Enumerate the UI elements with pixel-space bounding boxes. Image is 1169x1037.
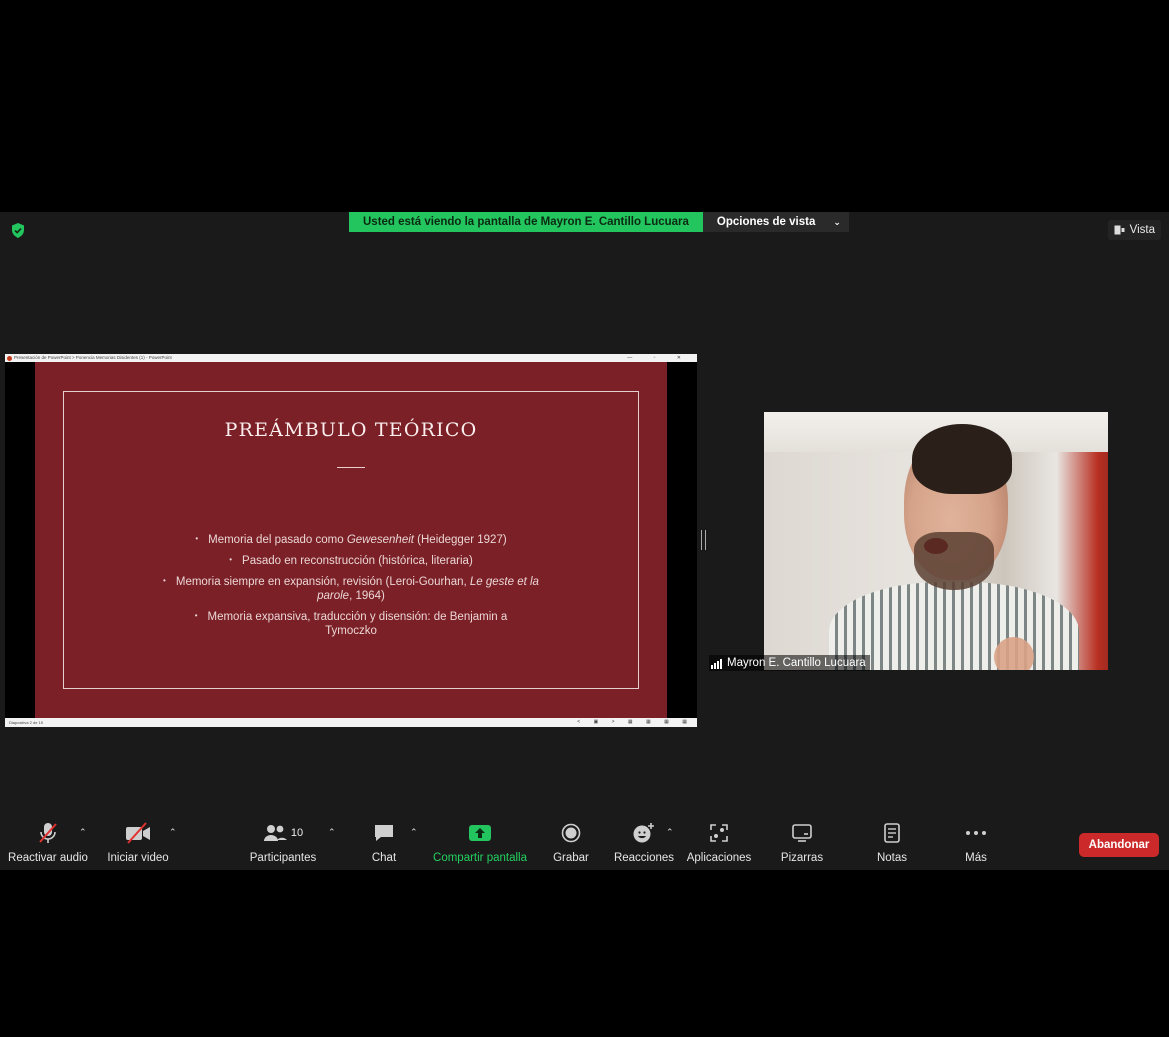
slide-frame: PREÁMBULO TEÓRICO • Memoria del pasado co… xyxy=(63,391,639,689)
whiteboard-icon xyxy=(792,824,812,842)
participants-icon xyxy=(263,825,287,841)
participants-count: 10 xyxy=(290,827,304,839)
bullet-emphasis: Gewesenheit xyxy=(346,534,414,546)
chat-button[interactable]: Chat xyxy=(365,817,403,870)
video-person-hair xyxy=(912,424,1012,494)
more-button[interactable]: Más xyxy=(956,817,996,870)
participant-video[interactable] xyxy=(764,412,1108,670)
slide-title: PREÁMBULO TEÓRICO xyxy=(224,419,478,441)
slide-bullet: • Memoria expansiva, traducción y disensi… xyxy=(181,609,521,638)
connection-signal-icon xyxy=(711,658,722,669)
unmute-audio-button[interactable]: Reactivar audio xyxy=(8,817,88,870)
share-screen-icon-wrap xyxy=(468,817,492,849)
apps-icon-wrap xyxy=(709,817,729,849)
more-dots-icon xyxy=(966,831,986,835)
powerpoint-window-title: Presentación de PowerPoint > Ponencia Me… xyxy=(14,355,172,360)
bullet-text: Pasado en reconstrucción (histórica, lit… xyxy=(242,555,473,567)
participants-button[interactable]: 10 Participantes xyxy=(248,817,318,870)
split-view-resize-handle[interactable] xyxy=(701,530,706,550)
chat-icon xyxy=(375,825,393,841)
share-screen-button[interactable]: Compartir pantalla xyxy=(430,817,530,870)
slide-bullet: • Memoria siempre en expansión, revisión … xyxy=(161,574,541,603)
bullet-text-tail: (Heidegger 1927) xyxy=(413,534,507,546)
record-icon-wrap xyxy=(561,817,581,849)
participants-label: Participantes xyxy=(249,852,317,864)
chat-icon-wrap xyxy=(373,817,395,849)
muted-microphone-icon xyxy=(36,817,60,849)
audio-options-chevron-icon[interactable]: ⌃ xyxy=(79,827,87,838)
unmute-audio-label: Reactivar audio xyxy=(8,852,88,864)
apps-label: Aplicaciones xyxy=(686,852,752,864)
reactions-label: Reacciones xyxy=(613,852,675,864)
share-screen-label: Compartir pantalla xyxy=(433,852,527,864)
reactions-icon-wrap xyxy=(632,817,656,849)
participant-name-tag: Mayron E. Cantillo Lucuara xyxy=(709,655,870,671)
zoom-meeting-window: Usted está viendo la pantalla de Mayron … xyxy=(0,212,1169,870)
notes-icon xyxy=(884,823,900,843)
meeting-toolbar: Reactivar audio ⌃ Iniciar video ⌃ 10 Par… xyxy=(0,817,1169,870)
chat-options-chevron-icon[interactable]: ⌃ xyxy=(410,827,418,838)
powerpoint-title-bar: Presentación de PowerPoint > Ponencia Me… xyxy=(5,354,697,362)
slide-counter: Diapositiva 2 de 15 xyxy=(9,720,44,725)
powerpoint-status-bar: Diapositiva 2 de 15 < ▣ > ▦ ▦ ▦ ▦ xyxy=(5,718,697,727)
slide-bullet: • Pasado en reconstrucción (histórica, li… xyxy=(171,553,531,568)
screen-share-banner: Usted está viendo la pantalla de Mayron … xyxy=(349,212,849,232)
whiteboard-icon-wrap xyxy=(791,817,813,849)
notes-icon-wrap xyxy=(883,817,901,849)
bullet-dot-icon: • xyxy=(163,576,166,585)
window-controls: — ▫ ✕ xyxy=(627,355,691,361)
powerpoint-logo-icon xyxy=(7,356,12,361)
chat-label: Chat xyxy=(371,852,397,864)
slide: PREÁMBULO TEÓRICO • Memoria del pasado co… xyxy=(35,362,667,718)
notes-button[interactable]: Notas xyxy=(871,817,913,870)
participants-options-chevron-icon[interactable]: ⌃ xyxy=(328,827,336,838)
security-shield-icon[interactable] xyxy=(11,223,25,238)
more-icon-wrap xyxy=(965,817,987,849)
bullet-text-tail: , 1964) xyxy=(349,590,385,602)
slide-bullet-list: • Memoria del pasado como Gewesenheit (He… xyxy=(64,532,638,644)
video-off-icon xyxy=(125,817,151,849)
sharing-status-text: Usted está viendo la pantalla de Mayron … xyxy=(349,212,703,232)
bullet-text: Memoria expansiva, traducción y disensió… xyxy=(207,611,508,637)
view-options-label: Opciones de vista xyxy=(716,216,816,228)
participants-icon-wrap: 10 xyxy=(263,817,303,849)
slide-bullet: • Memoria del pasado como Gewesenheit (He… xyxy=(171,532,531,547)
bullet-dot-icon: • xyxy=(229,555,233,564)
slideshow-area: PREÁMBULO TEÓRICO • Memoria del pasado co… xyxy=(5,362,697,718)
chevron-down-icon: ⌄ xyxy=(833,217,841,227)
whiteboards-label: Pizarras xyxy=(780,852,824,864)
video-options-chevron-icon[interactable]: ⌃ xyxy=(169,827,177,838)
reactions-button[interactable]: Reacciones xyxy=(614,817,674,870)
start-video-button[interactable]: Iniciar video xyxy=(104,817,172,870)
view-layout-icon xyxy=(1114,225,1125,235)
reactions-options-chevron-icon[interactable]: ⌃ xyxy=(666,827,674,838)
video-person-hand xyxy=(994,637,1034,670)
slideshow-controls[interactable]: < ▣ > ▦ ▦ ▦ ▦ xyxy=(577,718,693,727)
view-button-label: Vista xyxy=(1129,224,1155,236)
slide-title-rule xyxy=(337,467,365,468)
shared-screen: Presentación de PowerPoint > Ponencia Me… xyxy=(5,354,697,727)
leave-meeting-button[interactable]: Abandonar xyxy=(1079,833,1159,857)
video-person-mouth xyxy=(924,538,948,554)
apps-button[interactable]: Aplicaciones xyxy=(686,817,752,870)
more-label: Más xyxy=(965,852,987,864)
record-label: Grabar xyxy=(553,852,589,864)
bullet-dot-icon: • xyxy=(194,611,198,620)
view-button[interactable]: Vista xyxy=(1107,220,1161,240)
whiteboards-button[interactable]: Pizarras xyxy=(777,817,827,870)
share-screen-icon xyxy=(469,825,491,841)
record-button[interactable]: Grabar xyxy=(551,817,591,870)
reactions-icon xyxy=(633,823,654,843)
bullet-dot-icon: • xyxy=(195,534,199,543)
bullet-text: Memoria siempre en expansión, revisión (… xyxy=(175,576,470,588)
start-video-label: Iniciar video xyxy=(107,852,169,864)
bullet-text: Memoria del pasado como xyxy=(208,534,347,546)
record-icon xyxy=(561,823,581,843)
apps-icon xyxy=(710,824,728,842)
view-options-dropdown[interactable]: Opciones de vista ⌄ xyxy=(702,212,849,232)
participant-name: Mayron E. Cantillo Lucuara xyxy=(727,657,866,669)
notes-label: Notas xyxy=(876,852,908,864)
